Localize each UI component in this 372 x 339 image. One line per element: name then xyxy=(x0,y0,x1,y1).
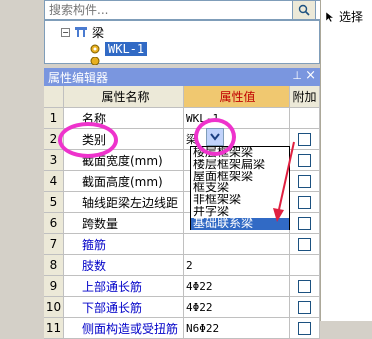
property-value[interactable]: 4Φ22 xyxy=(184,297,290,318)
additional-cell xyxy=(290,234,320,255)
additional-cell xyxy=(290,108,320,129)
row-number: 4 xyxy=(44,171,64,192)
table-row[interactable]: 7 箍筋 xyxy=(44,234,320,255)
property-value[interactable] xyxy=(184,234,290,255)
header-name: 属性名称 xyxy=(64,86,184,108)
cursor-icon xyxy=(325,10,335,22)
gear-icon xyxy=(90,57,100,65)
additional-checkbox[interactable] xyxy=(298,237,311,251)
search-input[interactable] xyxy=(45,1,323,19)
tree-node-beam[interactable]: − 梁 xyxy=(61,24,104,40)
additional-cell xyxy=(290,318,320,339)
additional-cell xyxy=(290,297,320,318)
row-number: 7 xyxy=(44,234,64,255)
drawing-toolbar: 选择 xyxy=(320,0,372,321)
search-button[interactable] xyxy=(292,0,316,20)
property-value[interactable]: 4Φ22 xyxy=(184,276,290,297)
row-number: 11 xyxy=(44,318,64,339)
property-name: 箍筋 xyxy=(64,234,184,255)
panel-title: 属性编辑器 xyxy=(48,70,109,85)
tree-node-partial xyxy=(89,57,101,65)
grid-header: 属性名称 属性值 附加 xyxy=(44,86,320,108)
row-number: 8 xyxy=(44,255,64,276)
property-name: 侧面构造或受扭筋 xyxy=(64,318,184,339)
property-name: 肢数 xyxy=(64,255,184,276)
select-tool-label: 选择 xyxy=(339,10,364,24)
annotation-circle-dropdown xyxy=(194,118,236,156)
tree-node-wkl1-label: WKL-1 xyxy=(105,42,148,56)
gear-icon xyxy=(90,44,100,54)
table-row[interactable]: 9 上部通长筋 4Φ22 xyxy=(44,276,320,297)
additional-cell xyxy=(290,255,320,276)
annotation-circle-category xyxy=(58,122,118,158)
row-number: 6 xyxy=(44,213,64,234)
additional-checkbox[interactable] xyxy=(298,321,311,335)
collapse-icon[interactable]: − xyxy=(61,27,70,37)
row-number: 5 xyxy=(44,192,64,213)
additional-checkbox[interactable] xyxy=(298,300,311,314)
property-name: 截面高度(mm) xyxy=(64,171,184,192)
additional-checkbox[interactable] xyxy=(298,279,311,293)
close-icon[interactable]: × xyxy=(305,68,316,83)
property-name: 上部通长筋 xyxy=(64,276,184,297)
property-value[interactable]: 2 xyxy=(184,255,290,276)
select-tool-button[interactable]: 选择 xyxy=(325,8,363,25)
annotation-arrow xyxy=(273,141,295,222)
property-name: 下部通长筋 xyxy=(64,297,184,318)
property-name: 轴线距梁左边线距 xyxy=(64,192,184,213)
row-number: 1 xyxy=(44,108,64,129)
property-name: 跨数量 xyxy=(64,213,184,234)
row-number: 3 xyxy=(44,150,64,171)
header-add: 附加 xyxy=(290,86,320,108)
tree-node-beam-label: 梁 xyxy=(92,25,105,40)
table-row[interactable]: 11 侧面构造或受扭筋 N6Φ22 xyxy=(44,318,320,339)
table-row[interactable]: 10 下部通长筋 4Φ22 xyxy=(44,297,320,318)
table-row[interactable]: 8 肢数 2 xyxy=(44,255,320,276)
header-num xyxy=(44,86,64,108)
property-value[interactable]: N6Φ22 xyxy=(184,318,290,339)
additional-cell xyxy=(290,276,320,297)
row-number: 10 xyxy=(44,297,64,318)
header-value: 属性值 xyxy=(184,86,290,108)
property-editor-titlebar: 属性编辑器 ⊥ × xyxy=(44,68,320,86)
search-icon xyxy=(298,4,310,16)
row-number: 9 xyxy=(44,276,64,297)
tree-node-wkl1[interactable]: WKL-1 xyxy=(89,41,148,57)
beam-category-icon xyxy=(75,27,87,37)
pin-icon[interactable]: ⊥ xyxy=(292,69,302,82)
search-box[interactable] xyxy=(44,0,324,20)
component-tree[interactable]: − 梁 WKL-1 xyxy=(44,20,320,65)
